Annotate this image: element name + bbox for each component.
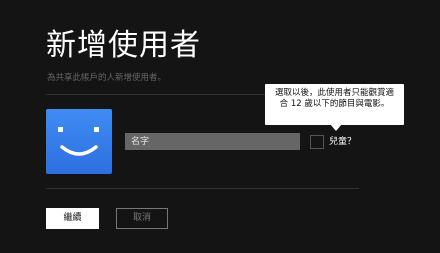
- page-title: 新增使用者: [46, 28, 201, 63]
- continue-button[interactable]: 繼續: [46, 208, 99, 229]
- profile-avatar[interactable]: [46, 109, 112, 174]
- add-profile-screen: 新增使用者 為共享此帳戶的人新增使用者。 兒童？ 選取以後，此使用者只能觀賞適合…: [0, 0, 440, 253]
- kids-checkbox[interactable]: [310, 135, 324, 149]
- page-subtitle: 為共享此帳戶的人新增使用者。: [47, 73, 167, 83]
- kids-tooltip: 選取以後，此使用者只能觀賞適合 12 歲以下的節目與電影。: [265, 84, 404, 125]
- kids-label[interactable]: 兒童？: [329, 136, 356, 148]
- bottom-divider: [46, 188, 359, 189]
- cancel-button[interactable]: 取消: [116, 208, 168, 229]
- smiley-face-icon: [58, 127, 99, 156]
- profile-name-input[interactable]: [125, 133, 300, 150]
- kids-tooltip-arrow: [330, 124, 342, 131]
